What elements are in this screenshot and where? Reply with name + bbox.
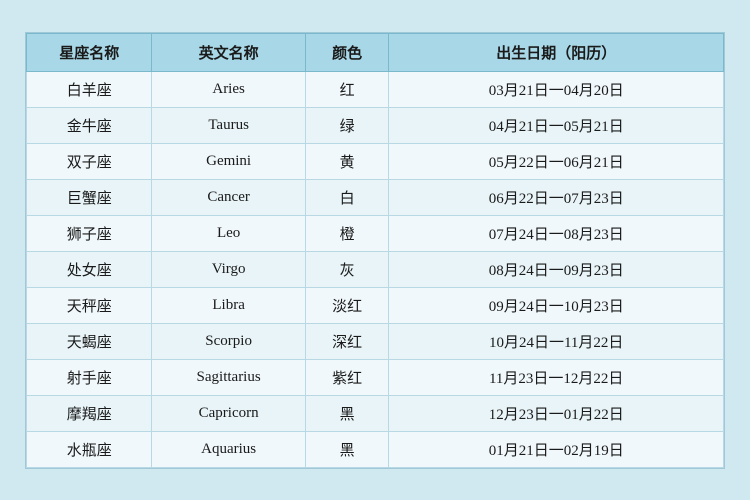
cell-english: Gemini	[152, 143, 305, 179]
cell-english: Cancer	[152, 179, 305, 215]
cell-english: Capricorn	[152, 395, 305, 431]
cell-date: 09月24日一10月23日	[389, 287, 724, 323]
cell-color: 灰	[305, 251, 389, 287]
table-row: 天秤座Libra淡红09月24日一10月23日	[27, 287, 724, 323]
cell-color: 橙	[305, 215, 389, 251]
cell-date: 06月22日一07月23日	[389, 179, 724, 215]
cell-english: Aries	[152, 71, 305, 107]
cell-chinese: 射手座	[27, 359, 152, 395]
cell-date: 10月24日一11月22日	[389, 323, 724, 359]
cell-chinese: 处女座	[27, 251, 152, 287]
cell-date: 12月23日一01月22日	[389, 395, 724, 431]
cell-chinese: 白羊座	[27, 71, 152, 107]
table-row: 天蝎座Scorpio深红10月24日一11月22日	[27, 323, 724, 359]
cell-english: Sagittarius	[152, 359, 305, 395]
cell-date: 01月21日一02月19日	[389, 431, 724, 467]
header-chinese: 星座名称	[27, 33, 152, 71]
table-body: 白羊座Aries红03月21日一04月20日金牛座Taurus绿04月21日一0…	[27, 71, 724, 467]
zodiac-table-container: 星座名称 英文名称 颜色 出生日期（阳历） 白羊座Aries红03月21日一04…	[25, 32, 725, 469]
cell-date: 07月24日一08月23日	[389, 215, 724, 251]
cell-chinese: 摩羯座	[27, 395, 152, 431]
cell-english: Scorpio	[152, 323, 305, 359]
cell-date: 04月21日一05月21日	[389, 107, 724, 143]
cell-chinese: 金牛座	[27, 107, 152, 143]
cell-english: Libra	[152, 287, 305, 323]
cell-color: 深红	[305, 323, 389, 359]
cell-date: 03月21日一04月20日	[389, 71, 724, 107]
table-header-row: 星座名称 英文名称 颜色 出生日期（阳历）	[27, 33, 724, 71]
cell-color: 绿	[305, 107, 389, 143]
cell-chinese: 巨蟹座	[27, 179, 152, 215]
table-row: 狮子座Leo橙07月24日一08月23日	[27, 215, 724, 251]
cell-color: 淡红	[305, 287, 389, 323]
table-row: 摩羯座Capricorn黑12月23日一01月22日	[27, 395, 724, 431]
cell-color: 紫红	[305, 359, 389, 395]
cell-chinese: 天秤座	[27, 287, 152, 323]
cell-english: Leo	[152, 215, 305, 251]
table-row: 水瓶座Aquarius黑01月21日一02月19日	[27, 431, 724, 467]
cell-chinese: 水瓶座	[27, 431, 152, 467]
table-row: 白羊座Aries红03月21日一04月20日	[27, 71, 724, 107]
cell-chinese: 天蝎座	[27, 323, 152, 359]
table-row: 金牛座Taurus绿04月21日一05月21日	[27, 107, 724, 143]
cell-chinese: 双子座	[27, 143, 152, 179]
cell-color: 黑	[305, 395, 389, 431]
table-row: 处女座Virgo灰08月24日一09月23日	[27, 251, 724, 287]
cell-english: Virgo	[152, 251, 305, 287]
zodiac-table: 星座名称 英文名称 颜色 出生日期（阳历） 白羊座Aries红03月21日一04…	[26, 33, 724, 468]
cell-date: 11月23日一12月22日	[389, 359, 724, 395]
cell-color: 白	[305, 179, 389, 215]
table-row: 射手座Sagittarius紫红11月23日一12月22日	[27, 359, 724, 395]
table-row: 双子座Gemini黄05月22日一06月21日	[27, 143, 724, 179]
cell-english: Taurus	[152, 107, 305, 143]
header-english: 英文名称	[152, 33, 305, 71]
cell-chinese: 狮子座	[27, 215, 152, 251]
cell-color: 红	[305, 71, 389, 107]
header-date: 出生日期（阳历）	[389, 33, 724, 71]
header-color: 颜色	[305, 33, 389, 71]
cell-date: 05月22日一06月21日	[389, 143, 724, 179]
cell-english: Aquarius	[152, 431, 305, 467]
cell-date: 08月24日一09月23日	[389, 251, 724, 287]
table-row: 巨蟹座Cancer白06月22日一07月23日	[27, 179, 724, 215]
cell-color: 黄	[305, 143, 389, 179]
cell-color: 黑	[305, 431, 389, 467]
